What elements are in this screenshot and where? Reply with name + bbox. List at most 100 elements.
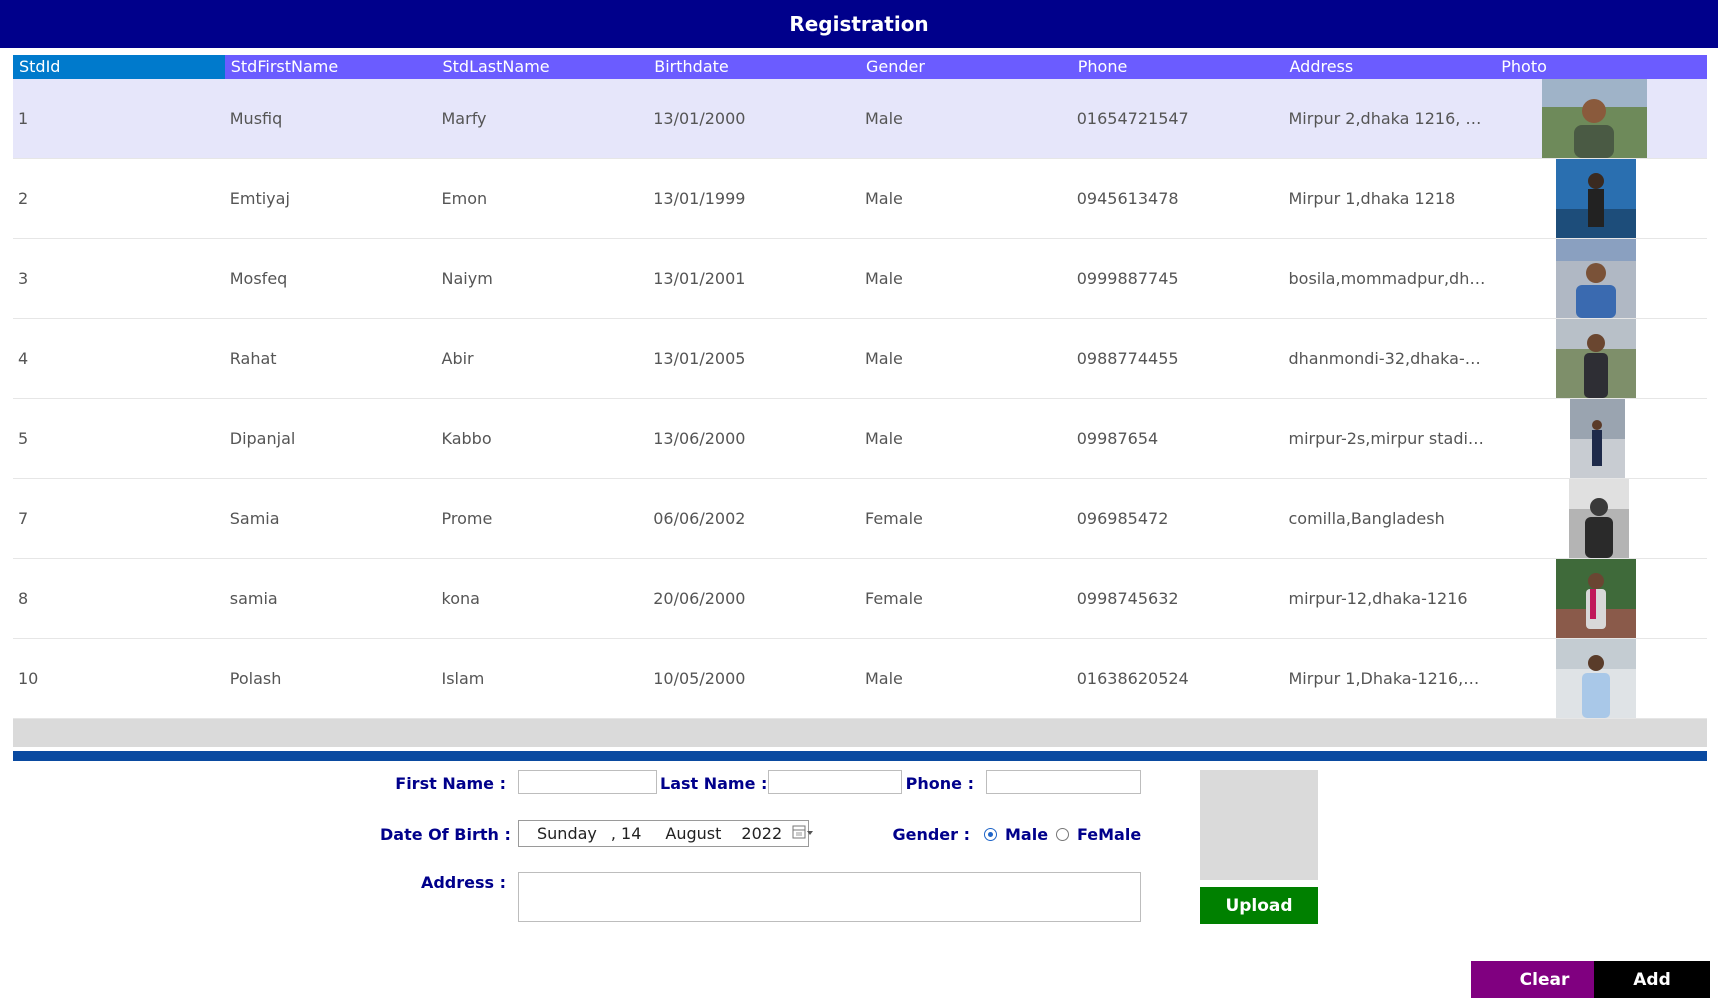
cell-stdid[interactable]: 5 <box>13 429 225 448</box>
cell-address[interactable]: Mirpur 2,dhaka 1216, pa... <box>1284 109 1496 128</box>
students-grid[interactable]: StdId StdFirstName StdLastName Birthdate… <box>13 55 1707 719</box>
cell-photo[interactable] <box>1495 78 1707 159</box>
cell-photo[interactable] <box>1495 558 1707 639</box>
cell-gender[interactable]: Male <box>860 349 1072 368</box>
cell-firstname[interactable]: Rahat <box>225 349 437 368</box>
table-row[interactable]: 4 Rahat Abir 13/01/2005 Male 0988774455 … <box>13 318 1707 399</box>
cell-stdid[interactable]: 2 <box>13 189 225 208</box>
cell-address[interactable]: comilla,Bangladesh <box>1284 509 1496 528</box>
cell-phone[interactable]: 01654721547 <box>1072 109 1284 128</box>
cell-gender[interactable]: Male <box>860 669 1072 688</box>
cell-address[interactable]: bosila,mommadpur,dha... <box>1284 269 1496 288</box>
cell-phone[interactable]: 0945613478 <box>1072 189 1284 208</box>
add-button[interactable]: Add <box>1594 961 1710 998</box>
table-row[interactable]: 7 Samia Prome 06/06/2002 Female 09698547… <box>13 478 1707 559</box>
cell-birthdate[interactable]: 13/06/2000 <box>648 429 860 448</box>
cell-photo[interactable] <box>1495 638 1707 719</box>
window-title-bar: Registration <box>0 0 1718 48</box>
cell-firstname[interactable]: Musfiq <box>225 109 437 128</box>
dob-weekday[interactable]: Sunday <box>537 824 597 843</box>
cell-address[interactable]: dhanmondi-32,dhaka-1... <box>1284 349 1496 368</box>
cell-stdid[interactable]: 4 <box>13 349 225 368</box>
cell-address[interactable]: Mirpur 1,dhaka 1218 <box>1284 189 1496 208</box>
last-name-input[interactable] <box>768 770 902 794</box>
dob-month[interactable]: August <box>665 824 721 843</box>
cell-photo[interactable] <box>1495 478 1707 559</box>
cell-firstname[interactable]: Dipanjal <box>225 429 437 448</box>
cell-phone[interactable]: 096985472 <box>1072 509 1284 528</box>
cell-lastname[interactable]: Naiym <box>437 269 649 288</box>
table-row[interactable]: 5 Dipanjal Kabbo 13/06/2000 Male 0998765… <box>13 398 1707 479</box>
cell-birthdate[interactable]: 06/06/2002 <box>648 509 860 528</box>
gender-label: Gender : <box>892 825 970 844</box>
cell-gender[interactable]: Male <box>860 189 1072 208</box>
cell-address[interactable]: mirpur-2s,mirpur stadium... <box>1284 429 1496 448</box>
col-header-address[interactable]: Address <box>1284 55 1496 79</box>
col-header-phone[interactable]: Phone <box>1072 55 1284 79</box>
cell-photo[interactable] <box>1495 398 1707 479</box>
cell-lastname[interactable]: Kabbo <box>437 429 649 448</box>
grid-horizontal-scrollbar[interactable] <box>13 719 1707 747</box>
upload-button[interactable]: Upload <box>1200 887 1318 924</box>
cell-lastname[interactable]: Abir <box>437 349 649 368</box>
table-row[interactable]: 2 Emtiyaj Emon 13/01/1999 Male 094561347… <box>13 158 1707 239</box>
col-header-firstname[interactable]: StdFirstName <box>225 55 437 79</box>
col-header-birthdate[interactable]: Birthdate <box>648 55 860 79</box>
cell-phone[interactable]: 0988774455 <box>1072 349 1284 368</box>
cell-lastname[interactable]: Prome <box>437 509 649 528</box>
col-header-lastname[interactable]: StdLastName <box>437 55 649 79</box>
cell-stdid[interactable]: 1 <box>13 109 225 128</box>
cell-gender[interactable]: Female <box>860 589 1072 608</box>
cell-birthdate[interactable]: 13/01/2001 <box>648 269 860 288</box>
dob-year[interactable]: 2022 <box>741 824 782 843</box>
cell-lastname[interactable]: Marfy <box>437 109 649 128</box>
cell-address[interactable]: Mirpur 1,Dhaka-1216,mi... <box>1284 669 1496 688</box>
cell-gender[interactable]: Female <box>860 509 1072 528</box>
cell-phone[interactable]: 01638620524 <box>1072 669 1284 688</box>
cell-firstname[interactable]: Emtiyaj <box>225 189 437 208</box>
col-header-stdid[interactable]: StdId <box>13 55 225 79</box>
cell-birthdate[interactable]: 20/06/2000 <box>648 589 860 608</box>
col-header-photo[interactable]: Photo <box>1495 55 1707 79</box>
cell-stdid[interactable]: 8 <box>13 589 225 608</box>
address-textarea[interactable] <box>518 872 1141 922</box>
cell-firstname[interactable]: Polash <box>225 669 437 688</box>
cell-gender[interactable]: Male <box>860 269 1072 288</box>
table-row[interactable]: 10 Polash Islam 10/05/2000 Male 01638620… <box>13 638 1707 719</box>
col-header-gender[interactable]: Gender <box>860 55 1072 79</box>
cell-lastname[interactable]: Islam <box>437 669 649 688</box>
cell-phone[interactable]: 0999887745 <box>1072 269 1284 288</box>
phone-input[interactable] <box>986 770 1141 794</box>
cell-photo[interactable] <box>1495 238 1707 319</box>
cell-photo[interactable] <box>1495 318 1707 399</box>
table-row[interactable]: 3 Mosfeq Naiym 13/01/2001 Male 099988774… <box>13 238 1707 319</box>
cell-birthdate[interactable]: 13/01/1999 <box>648 189 860 208</box>
cell-stdid[interactable]: 10 <box>13 669 225 688</box>
cell-phone[interactable]: 09987654 <box>1072 429 1284 448</box>
cell-stdid[interactable]: 7 <box>13 509 225 528</box>
radio-selected-icon[interactable] <box>984 828 997 841</box>
cell-address[interactable]: mirpur-12,dhaka-1216 <box>1284 589 1496 608</box>
cell-birthdate[interactable]: 13/01/2005 <box>648 349 860 368</box>
cell-birthdate[interactable]: 13/01/2000 <box>648 109 860 128</box>
cell-firstname[interactable]: samia <box>225 589 437 608</box>
first-name-input[interactable] <box>518 770 657 794</box>
cell-photo[interactable] <box>1495 158 1707 239</box>
table-row[interactable]: 8 samia kona 20/06/2000 Female 099874563… <box>13 558 1707 639</box>
cell-phone[interactable]: 0998745632 <box>1072 589 1284 608</box>
cell-gender[interactable]: Male <box>860 429 1072 448</box>
cell-stdid[interactable]: 3 <box>13 269 225 288</box>
gender-radio-female[interactable]: FeMale <box>1056 825 1141 844</box>
cell-firstname[interactable]: Samia <box>225 509 437 528</box>
cell-birthdate[interactable]: 10/05/2000 <box>648 669 860 688</box>
cell-gender[interactable]: Male <box>860 109 1072 128</box>
dob-date-picker[interactable]: Sunday , 14 August 2022 <box>518 820 814 847</box>
cell-firstname[interactable]: Mosfeq <box>225 269 437 288</box>
cell-lastname[interactable]: kona <box>437 589 649 608</box>
calendar-dropdown-icon[interactable] <box>792 824 814 844</box>
gender-radio-male[interactable]: Male <box>984 825 1048 844</box>
dob-day[interactable]: , 14 <box>611 824 642 843</box>
table-row[interactable]: 1 Musfiq Marfy 13/01/2000 Male 016547215… <box>13 78 1707 159</box>
cell-lastname[interactable]: Emon <box>437 189 649 208</box>
radio-unselected-icon[interactable] <box>1056 828 1069 841</box>
